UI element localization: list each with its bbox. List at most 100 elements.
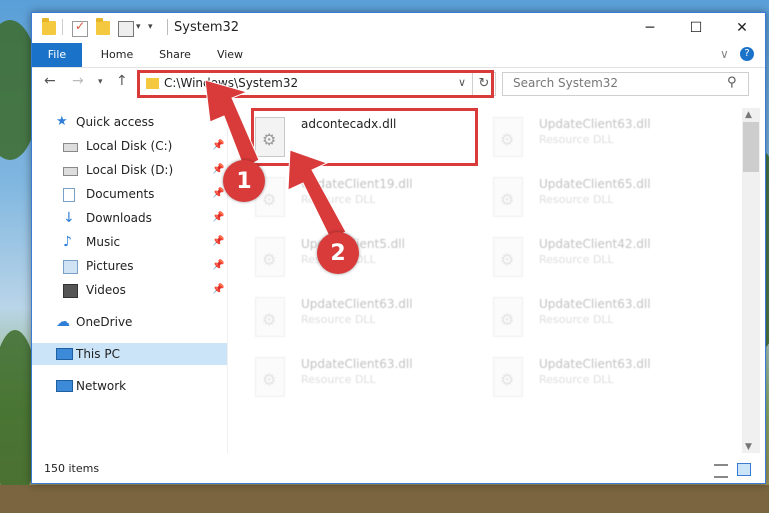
scroll-thumb[interactable] [743, 122, 759, 172]
pin-icon[interactable]: 📌 [212, 207, 224, 229]
file-item[interactable]: UpdateClient63.dll Resource DLL [255, 353, 475, 403]
nav-item-documents[interactable]: Documents 📌 [32, 183, 227, 205]
nav-item-onedrive[interactable]: ☁ OneDrive [32, 311, 227, 333]
scroll-up-icon[interactable]: ▲ [745, 110, 752, 120]
file-name: UpdateClient63.dll [539, 297, 651, 311]
title-separator [167, 19, 168, 35]
step-marker-1: 1 [223, 160, 265, 202]
file-item[interactable]: UpdateClient65.dll Resource DLL [493, 173, 713, 223]
file-type: Resource DLL [301, 373, 376, 386]
nav-item-label: Pictures [86, 259, 134, 273]
star-icon: ★ [56, 114, 68, 129]
pin-icon[interactable]: 📌 [212, 231, 224, 253]
up-arrow-icon[interactable]: ↑ [116, 73, 128, 89]
expand-ribbon-icon[interactable]: ∨ [720, 47, 729, 61]
nav-item-downloads[interactable]: ↓ Downloads 📌 [32, 207, 227, 229]
file-name: UpdateClient63.dll [539, 357, 651, 371]
help-icon[interactable]: ? [740, 47, 754, 61]
file-name: UpdateClient42.dll [539, 237, 651, 251]
dll-file-icon [255, 297, 285, 337]
new-folder-icon[interactable] [96, 18, 110, 35]
tab-share[interactable]: Share [152, 43, 198, 67]
back-arrow-icon[interactable]: ← [44, 73, 56, 89]
nav-item-network[interactable]: Network [32, 375, 227, 397]
nav-item-label: This PC [76, 347, 120, 361]
nav-item-local-disk-c[interactable]: Local Disk (C:) 📌 [32, 135, 227, 157]
window-title: System32 [174, 20, 240, 35]
file-explorer-window: ✓ ▾ ▾ System32 ─ ☐ ✕ File Home Share Vie… [31, 12, 766, 484]
status-bar: 150 items [32, 458, 765, 482]
network-icon [56, 380, 73, 392]
address-bar-highlight [137, 70, 494, 98]
dll-file-icon [493, 357, 523, 397]
search-placeholder: Search System32 [513, 76, 619, 90]
search-input[interactable]: Search System32 ⚲ [502, 72, 749, 96]
scroll-down-icon[interactable]: ▼ [745, 442, 752, 452]
nav-item-label: Local Disk (D:) [86, 163, 174, 177]
forward-arrow-icon[interactable]: → [72, 73, 84, 89]
file-name: UpdateClient19.dll [301, 177, 413, 191]
pin-icon[interactable]: 📌 [212, 183, 224, 205]
details-view-icon[interactable] [714, 464, 728, 478]
properties-icon[interactable]: ✓ [72, 19, 88, 37]
dll-file-icon [493, 177, 523, 217]
drive-icon [63, 143, 78, 152]
file-item[interactable]: UpdateClient63.dll Resource DLL [255, 293, 475, 343]
videos-icon [63, 284, 78, 298]
dll-file-icon [255, 237, 285, 277]
item-count: 150 items [44, 462, 100, 475]
maximize-button[interactable]: ☐ [673, 13, 719, 43]
download-icon: ↓ [63, 210, 75, 226]
customize-toolbar-icon[interactable] [118, 21, 134, 37]
dll-file-icon [493, 237, 523, 277]
music-icon: ♪ [63, 234, 72, 250]
file-name: UpdateClient63.dll [301, 297, 413, 311]
background-ground [0, 485, 769, 513]
nav-item-local-disk-d[interactable]: Local Disk (D:) 📌 [32, 159, 227, 181]
file-item[interactable]: UpdateClient19.dll Resource DLL [255, 173, 475, 223]
file-item[interactable]: UpdateClient63.dll Resource DLL [493, 113, 713, 163]
nav-item-music[interactable]: ♪ Music 📌 [32, 231, 227, 253]
ribbon: File Home Share View ∨ ? [32, 43, 765, 68]
pictures-icon [63, 260, 78, 274]
file-item[interactable]: UpdateClient63.dll Resource DLL [493, 353, 713, 403]
nav-item-label: Quick access [76, 115, 155, 129]
nav-item-label: Network [76, 379, 127, 393]
tab-file[interactable]: File [32, 43, 82, 67]
file-name: UpdateClient63.dll [301, 357, 413, 371]
close-button[interactable]: ✕ [719, 13, 765, 43]
file-item[interactable]: UpdateClient63.dll Resource DLL [493, 293, 713, 343]
file-name: UpdateClient65.dll [539, 177, 651, 191]
title-bar: ✓ ▾ ▾ System32 ─ ☐ ✕ [32, 13, 765, 43]
file-type: Resource DLL [301, 313, 376, 326]
file-item[interactable]: UpdateClient42.dll Resource DLL [493, 233, 713, 283]
recent-locations-icon[interactable]: ▾ [98, 77, 103, 87]
tab-home[interactable]: Home [94, 43, 140, 67]
vertical-scrollbar[interactable]: ▲ ▼ [742, 108, 760, 453]
nav-item-this-pc[interactable]: This PC [32, 343, 227, 365]
file-type: Resource DLL [539, 253, 614, 266]
large-icons-view-icon[interactable] [737, 463, 751, 476]
minimize-button[interactable]: ─ [627, 13, 673, 43]
pin-icon[interactable]: 📌 [212, 135, 224, 157]
nav-item-label: Downloads [86, 211, 152, 225]
nav-item-pictures[interactable]: Pictures 📌 [32, 255, 227, 277]
file-item[interactable]: UpdateClient5.dll Resource DLL [255, 233, 475, 283]
chevron-down-icon[interactable]: ▾ [136, 22, 141, 32]
nav-item-videos[interactable]: Videos 📌 [32, 279, 227, 301]
nav-item-label: Music [86, 235, 121, 249]
drive-icon [63, 167, 78, 176]
pin-icon[interactable]: 📌 [212, 255, 224, 277]
search-icon: ⚲ [727, 75, 737, 90]
nav-item-quick-access[interactable]: ★ Quick access [32, 111, 227, 133]
file-type: Resource DLL [539, 133, 614, 146]
pin-icon[interactable]: 📌 [212, 279, 224, 301]
dll-file-icon [493, 297, 523, 337]
documents-icon [63, 188, 75, 202]
cloud-icon: ☁ [56, 314, 70, 330]
chevron-down-icon[interactable]: ▾ [148, 22, 153, 32]
dll-file-icon [493, 117, 523, 157]
tab-view[interactable]: View [208, 43, 252, 67]
nav-item-label: Local Disk (C:) [86, 139, 173, 153]
file-type: Resource DLL [539, 313, 614, 326]
